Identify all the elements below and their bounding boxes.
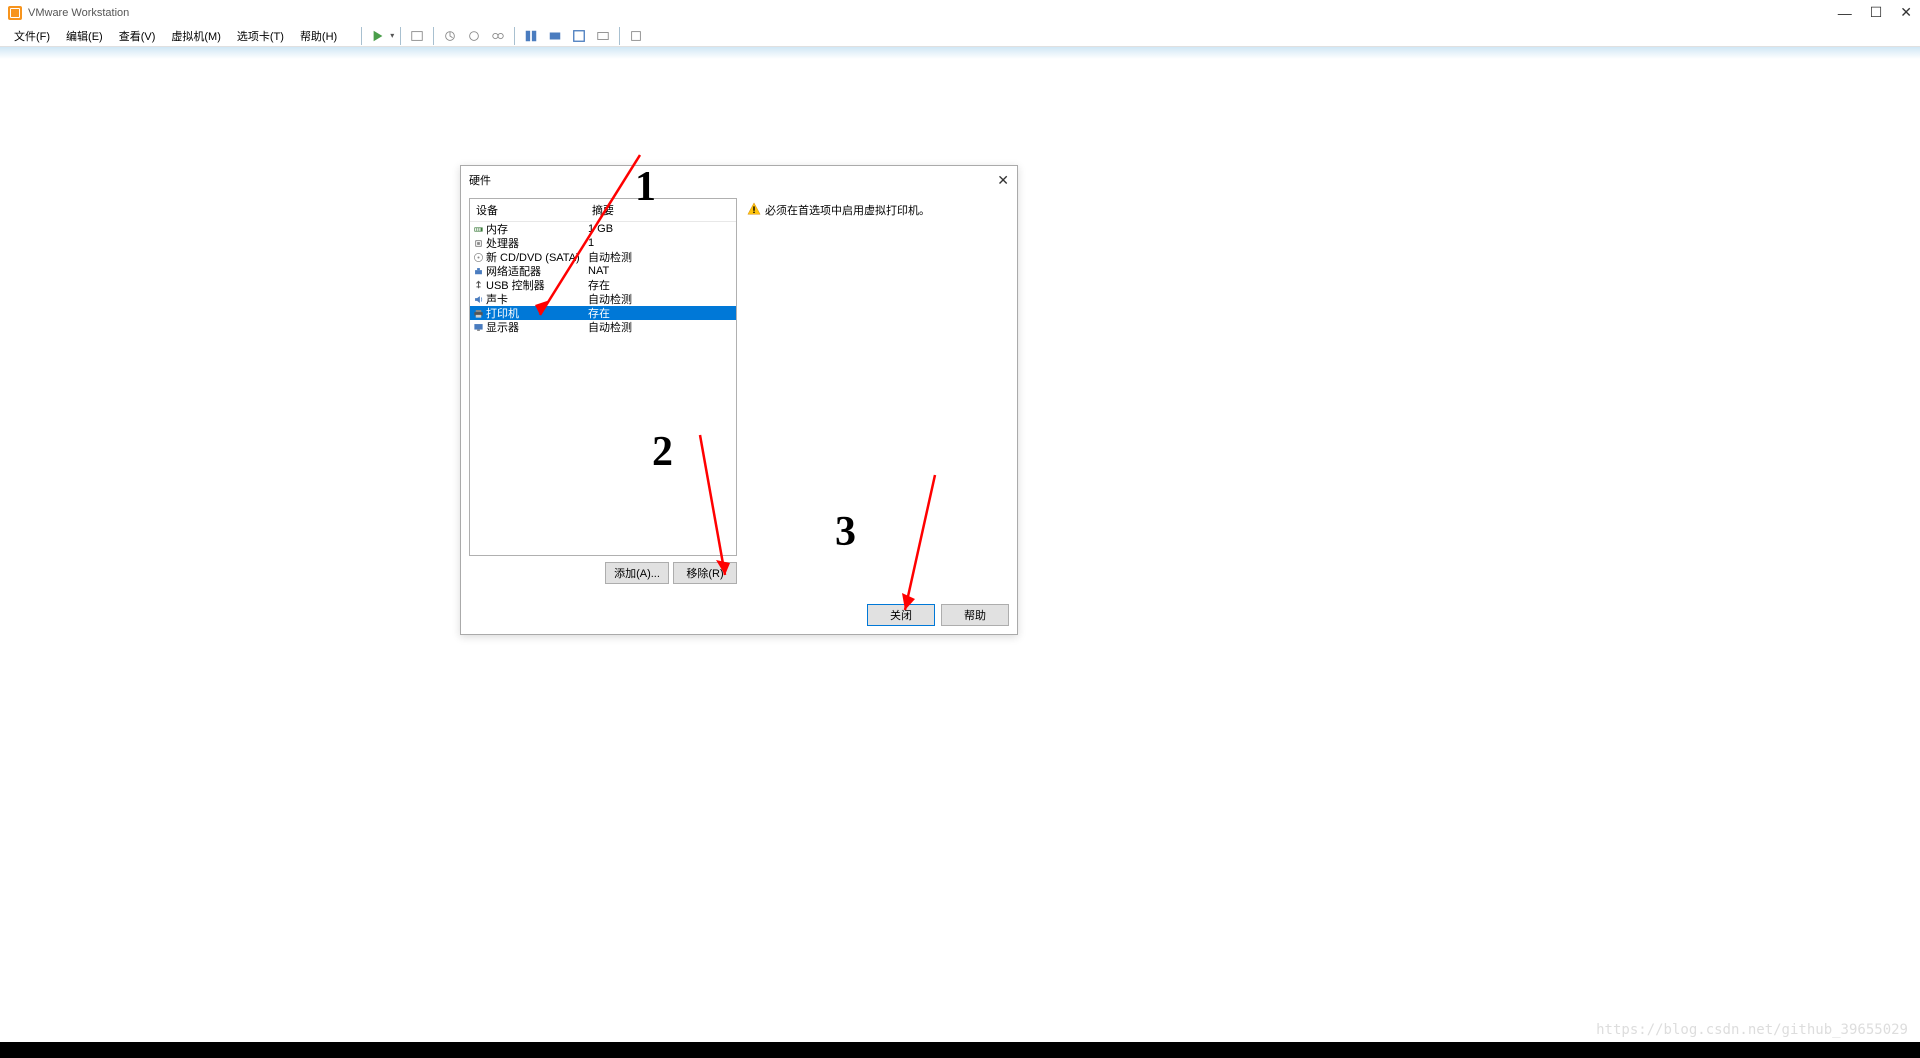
snapshot-manager-button[interactable]	[488, 26, 508, 46]
toolbar-separator	[400, 27, 401, 45]
unity-button[interactable]	[545, 26, 565, 46]
console-button[interactable]	[593, 26, 613, 46]
dialog-close-icon[interactable]: ✕	[997, 172, 1009, 189]
warning-text: 必须在首选项中启用虚拟打印机。	[765, 202, 930, 218]
warning-icon	[747, 202, 761, 216]
device-summary: NAT	[586, 265, 736, 277]
snapshot-button[interactable]	[440, 26, 460, 46]
device-summary: 1 GB	[586, 223, 736, 235]
menubar: 文件(F) 编辑(E) 查看(V) 虚拟机(M) 选项卡(T) 帮助(H) ▾	[0, 25, 1920, 47]
hardware-row-printer[interactable]: 打印机存在	[470, 306, 736, 320]
app-logo-icon	[8, 6, 22, 20]
menu-edit[interactable]: 编辑(E)	[60, 26, 109, 46]
network-icon	[472, 265, 484, 277]
app-title: VMware Workstation	[28, 7, 129, 19]
toolbar-separator	[514, 27, 515, 45]
hardware-dialog: 硬件 ✕ 设备 摘要 内存1 GB处理器1新 CD/DVD (SATA)自动检测…	[460, 165, 1018, 635]
printer-icon	[472, 307, 484, 319]
close-icon[interactable]: ✕	[1900, 4, 1912, 21]
toolbar-separator	[433, 27, 434, 45]
hardware-row-memory[interactable]: 内存1 GB	[470, 222, 736, 236]
warning-message: 必须在首选项中启用虚拟打印机。	[747, 202, 1007, 218]
hardware-row-cpu[interactable]: 处理器1	[470, 236, 736, 250]
cpu-icon	[472, 237, 484, 249]
column-summary: 摘要	[586, 199, 736, 221]
taskbar	[0, 1042, 1920, 1058]
window-controls: — ☐ ✕	[1838, 0, 1912, 25]
menu-view[interactable]: 查看(V)	[113, 26, 162, 46]
fullscreen-button[interactable]	[569, 26, 589, 46]
menu-tabs[interactable]: 选项卡(T)	[231, 26, 290, 46]
cd-icon	[472, 251, 484, 263]
hardware-row-cd[interactable]: 新 CD/DVD (SATA)自动检测	[470, 250, 736, 264]
usb-icon	[472, 279, 484, 291]
titlebar: VMware Workstation — ☐ ✕	[0, 0, 1920, 25]
hardware-row-sound[interactable]: 声卡自动检测	[470, 292, 736, 306]
dialog-titlebar: 硬件 ✕	[461, 166, 1017, 194]
watermark: https://blog.csdn.net/github_39655029	[1596, 1022, 1908, 1038]
menu-help[interactable]: 帮助(H)	[294, 26, 343, 46]
memory-icon	[472, 223, 484, 235]
device-name: 显示器	[486, 319, 519, 335]
minimize-icon[interactable]: —	[1838, 5, 1852, 21]
dialog-title: 硬件	[469, 172, 491, 188]
menu-file[interactable]: 文件(F)	[8, 26, 56, 46]
maximize-icon[interactable]: ☐	[1870, 4, 1883, 21]
view-button[interactable]	[521, 26, 541, 46]
hardware-row-network[interactable]: 网络适配器NAT	[470, 264, 736, 278]
toolbar-separator	[619, 27, 620, 45]
hardware-row-usb[interactable]: USB 控制器存在	[470, 278, 736, 292]
play-dropdown-icon[interactable]: ▾	[390, 31, 394, 40]
hardware-list: 设备 摘要 内存1 GB处理器1新 CD/DVD (SATA)自动检测网络适配器…	[469, 198, 737, 556]
hardware-row-display[interactable]: 显示器 自动检测	[470, 320, 736, 334]
add-button[interactable]: 添加(A)...	[605, 562, 669, 584]
snapshot-revert-button[interactable]	[464, 26, 484, 46]
device-summary: 自动检测	[586, 249, 736, 265]
toolbar-separator	[361, 27, 362, 45]
remove-button[interactable]: 移除(R)	[673, 562, 737, 584]
hardware-panel: 设备 摘要 内存1 GB处理器1新 CD/DVD (SATA)自动检测网络适配器…	[469, 198, 737, 584]
column-device: 设备	[470, 199, 586, 221]
menu-vm[interactable]: 虚拟机(M)	[165, 26, 227, 46]
hardware-buttons: 添加(A)... 移除(R)	[469, 562, 737, 584]
play-button[interactable]	[368, 26, 388, 46]
help-button[interactable]: 帮助	[941, 604, 1009, 626]
library-button[interactable]	[626, 26, 646, 46]
device-summary: 1	[586, 237, 736, 249]
detail-panel: 必须在首选项中启用虚拟打印机。	[745, 198, 1009, 584]
device-summary: 自动检测	[586, 319, 736, 335]
display-icon	[472, 321, 484, 333]
tab-strip	[0, 47, 1920, 59]
dialog-footer: 关闭 帮助	[867, 604, 1009, 626]
sound-icon	[472, 293, 484, 305]
hardware-list-header: 设备 摘要	[470, 199, 736, 222]
close-button[interactable]: 关闭	[867, 604, 935, 626]
toolbar-btn[interactable]	[407, 26, 427, 46]
